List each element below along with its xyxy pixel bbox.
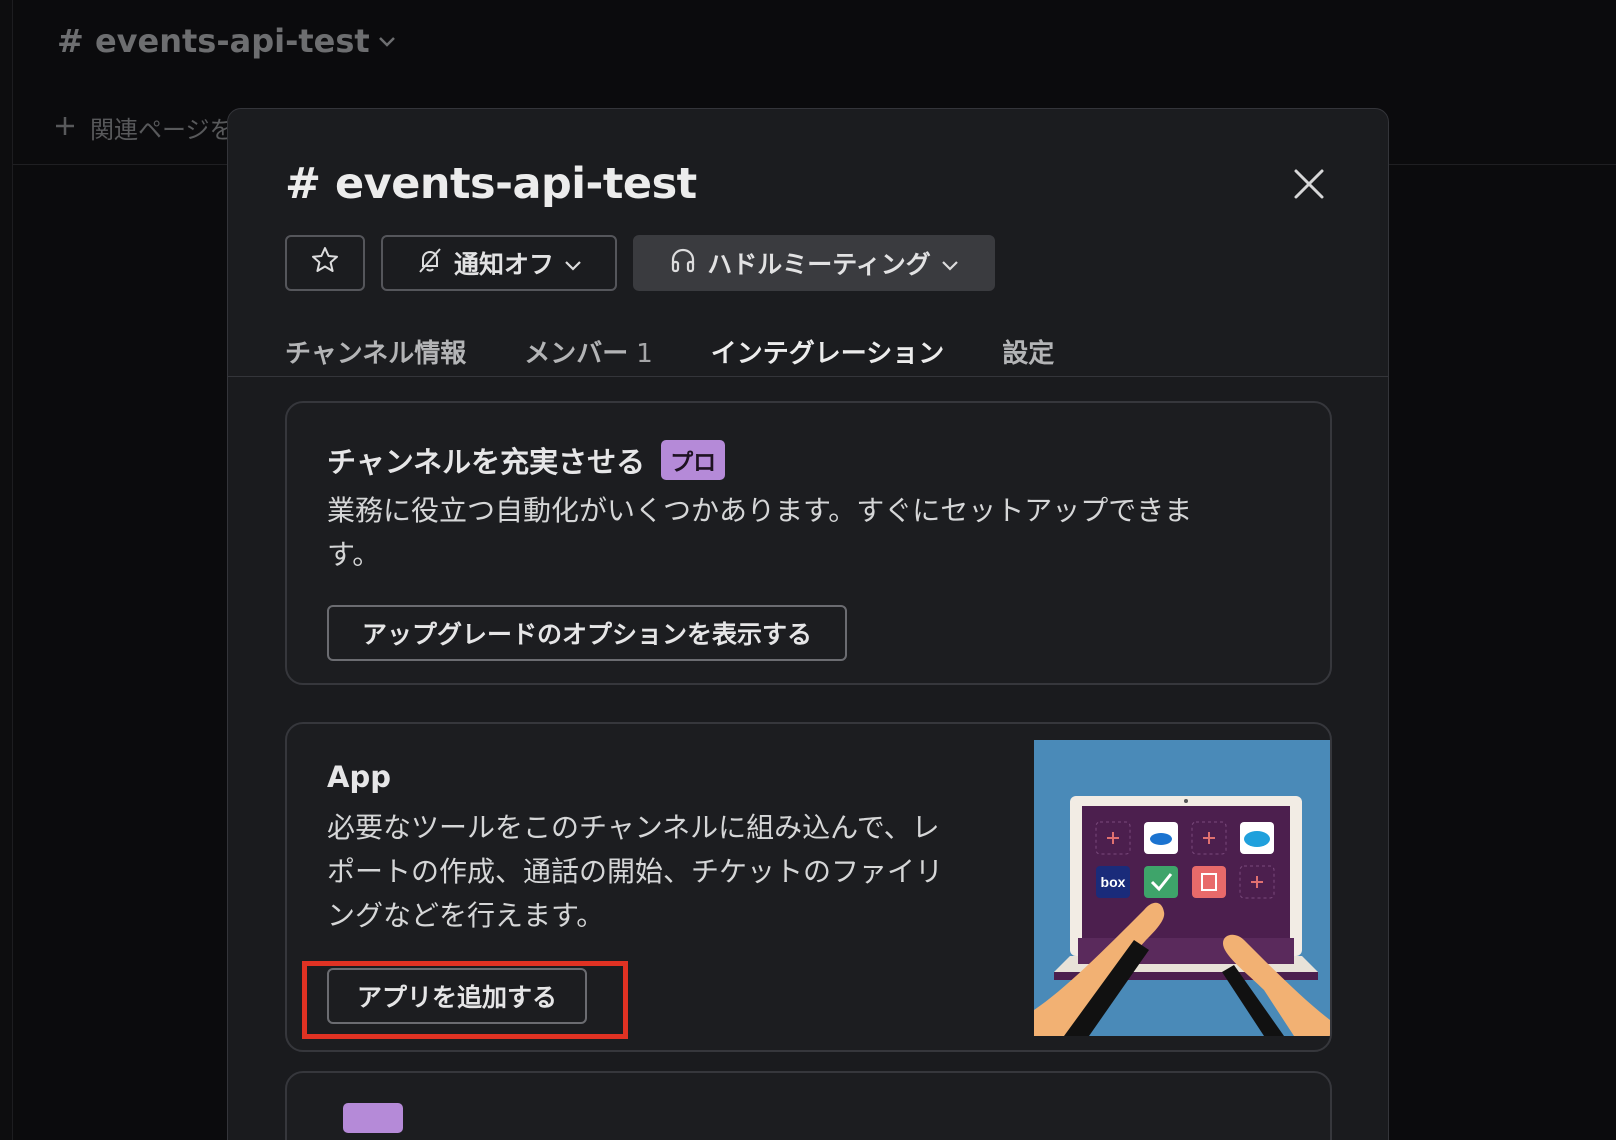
apps-illustration: box [1034,740,1330,1036]
box-logo-text: box [1101,874,1126,890]
description-line: ングなどを行えます。 [327,899,605,932]
member-count: 1 [636,339,653,369]
star-button[interactable] [285,235,365,291]
pro-badge: プロ [661,440,726,480]
chevron-down-icon [564,249,582,278]
card-description: 必要なツールをこのチャンネルに組み込んで、レ ポートの作成、通話の開始、チケット… [327,806,987,938]
enrich-channel-card: チャンネルを充実させる プロ 業務に役立つ自動化がいくつかあります。すぐにセット… [285,401,1332,685]
view-upgrade-options-button[interactable]: アップグレードのオプションを表示する [327,605,847,661]
card-title: App [327,760,391,794]
card-description: 業務に役立つ自動化がいくつかあります。すぐにセットアップできま す。 [327,489,1267,577]
third-card [285,1071,1332,1140]
channel-name: # events-api-test [57,22,370,60]
plus-icon [54,111,76,144]
card-title: チャンネルを充実させる [327,445,646,479]
chevron-down-icon [378,29,396,53]
description-line: 必要なツールをこのチャンネルに組み込んで、レ [327,811,940,844]
channel-header[interactable]: # events-api-test [57,22,396,60]
apps-card: App 必要なツールをこのチャンネルに組み込んで、レ ポートの作成、通話の開始、… [285,722,1332,1052]
tab-label: チャンネル情報 [285,339,467,369]
modal-title: # events-api-test [285,159,697,209]
close-button[interactable] [1287,164,1331,208]
integrations-panel: チャンネルを充実させる プロ 業務に役立つ自動化がいくつかあります。すぐにセット… [228,377,1388,1140]
description-line: す。 [327,538,381,571]
description-line: 業務に役立つ自動化がいくつかあります。すぐにセットアップできま [327,494,1193,527]
tab-label: 設定 [1002,339,1055,369]
huddle-button[interactable]: ハドルミーティング [633,235,995,291]
tab-label: メンバー [524,339,629,369]
star-icon [310,245,340,281]
sidebar-edge [0,0,13,1140]
modal-toolbar: 通知オフ ハドルミーティング [285,235,995,291]
huddle-label: ハドルミーティング [707,250,931,279]
close-icon [1293,168,1325,204]
add-related-page[interactable]: 関連ページを [54,110,234,145]
chevron-down-icon [941,249,959,278]
pro-badge [343,1103,403,1133]
bell-off-icon [416,246,444,280]
related-pages-label: 関連ページを [90,116,234,144]
description-line: ポートの作成、通話の開始、チケットのファイリ [327,855,944,888]
channel-details-modal: # events-api-test 通知オフ ハドルミーティング チャンネル情報… [227,108,1389,1140]
headphones-icon [669,246,697,280]
notification-label: 通知オフ [453,250,554,279]
notification-button[interactable]: 通知オフ [381,235,617,291]
add-app-button[interactable]: アプリを追加する [327,968,587,1024]
tab-label: インテグレーション [710,339,945,369]
